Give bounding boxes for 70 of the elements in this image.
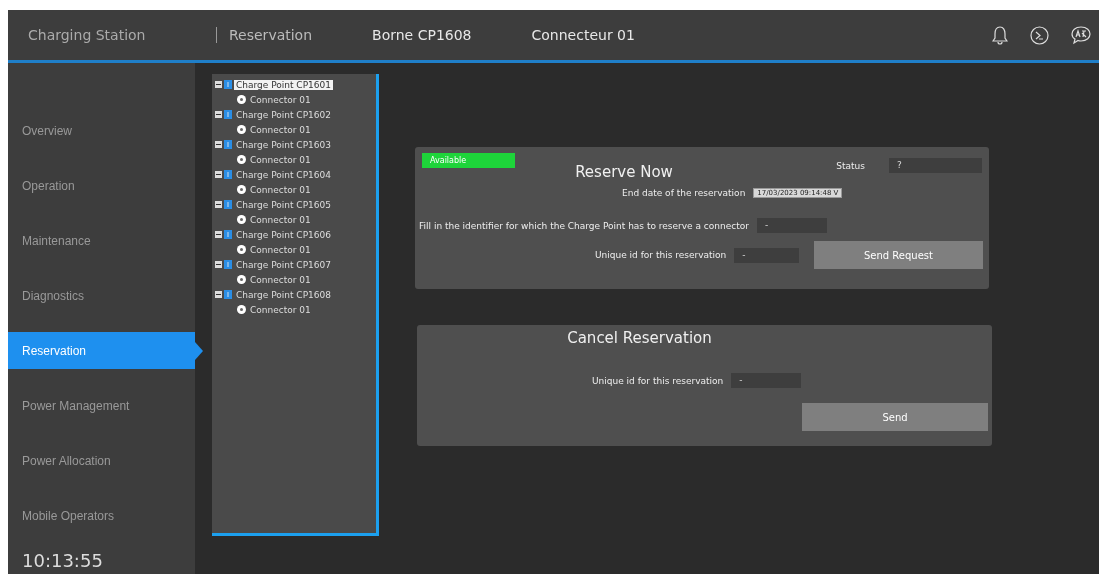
collapse-icon[interactable] (215, 201, 222, 208)
plug-icon (237, 125, 246, 134)
selection-pointer (195, 342, 203, 360)
breadcrumb: Reservation (216, 27, 313, 43)
input-field[interactable]: - (734, 247, 799, 263)
status-field: ? (889, 158, 982, 173)
tree-item[interactable]: Connector 01 (248, 244, 313, 255)
collapse-icon[interactable] (215, 291, 222, 298)
tree-item[interactable]: Charge Point CP1608 (234, 289, 333, 300)
tree-item[interactable]: Charge Point CP1605 (234, 199, 333, 210)
collapse-icon[interactable] (215, 171, 222, 178)
send-request-button[interactable]: Send Request (814, 241, 983, 269)
collapse-icon[interactable] (215, 141, 222, 148)
tree-item[interactable]: Charge Point CP1604 (234, 169, 333, 180)
collapse-icon[interactable] (215, 261, 222, 268)
plug-icon (237, 275, 246, 284)
tree-item[interactable]: Charge Point CP1603 (234, 139, 333, 150)
sidebar-item[interactable]: Diagnostics (8, 277, 195, 314)
sidebar-item[interactable]: Maintenance (8, 222, 195, 259)
charge-point-icon (224, 260, 232, 269)
charge-point-icon (224, 200, 232, 209)
plug-icon (237, 305, 246, 314)
tree-item[interactable]: Connector 01 (248, 274, 313, 285)
send-button[interactable]: Send (802, 403, 988, 431)
app-title: Charging Station (27, 27, 147, 43)
plug-icon (237, 155, 246, 164)
tree-item[interactable]: Connector 01 (248, 94, 313, 105)
charge-point-icon (224, 110, 232, 119)
breadcrumb: Borne CP1608 (372, 27, 472, 43)
tree-item[interactable]: Charge Point CP1607 (234, 259, 333, 270)
terminal-icon[interactable] (1030, 25, 1049, 45)
sidebar-item[interactable]: Power Allocation (8, 442, 195, 479)
collapse-icon[interactable] (215, 111, 222, 118)
bell-icon[interactable] (992, 25, 1008, 45)
tree-item[interactable]: Connector 01 (248, 154, 313, 165)
input-field[interactable]: - (731, 373, 802, 388)
collapse-icon[interactable] (215, 231, 222, 238)
field-label: Fill in the identifier for which the Charge Point has to reserve a connector (419, 220, 749, 231)
charge-point-icon (224, 170, 232, 179)
charge-point-icon (224, 290, 232, 299)
tree-item[interactable]: Connector 01 (248, 124, 313, 135)
sidebar-item[interactable]: Power Management (8, 387, 195, 424)
tree-item[interactable]: Connector 01 (248, 184, 313, 195)
tree-item[interactable]: Connector 01 (248, 304, 313, 315)
charge-point-icon (224, 80, 232, 89)
sidebar-item[interactable]: Mobile Operators (8, 497, 195, 534)
plug-icon (237, 95, 246, 104)
field-label: Unique id for this reservation (595, 250, 727, 260)
plug-icon (237, 185, 246, 194)
card-title: Cancel Reservation (567, 329, 712, 347)
sidebar-item[interactable]: Operation (8, 167, 195, 204)
tree-item[interactable]: Connector 01 (248, 214, 313, 225)
tree-item[interactable]: Charge Point CP1602 (234, 109, 333, 120)
clock: 10:13:55 (21, 550, 104, 571)
tree-item[interactable]: Charge Point CP1606 (234, 229, 333, 240)
plug-icon (237, 215, 246, 224)
input-field[interactable]: - (756, 218, 827, 233)
collapse-icon[interactable] (215, 81, 222, 88)
field-label: End date of the reservation (622, 188, 746, 198)
translate-icon[interactable] (1071, 25, 1091, 45)
availability-badge: Available (422, 153, 515, 168)
charge-point-icon (224, 140, 232, 149)
card-title: Reserve Now (575, 163, 673, 181)
charge-point-icon (224, 230, 232, 239)
tree-item[interactable]: Charge Point CP1601 (234, 79, 333, 90)
status-label: Status (836, 160, 865, 171)
sidebar-item[interactable]: Overview (8, 112, 195, 149)
breadcrumb: Connecteur 01 (531, 27, 635, 43)
plug-icon (237, 245, 246, 254)
field-label: Unique id for this reservation (592, 375, 724, 386)
